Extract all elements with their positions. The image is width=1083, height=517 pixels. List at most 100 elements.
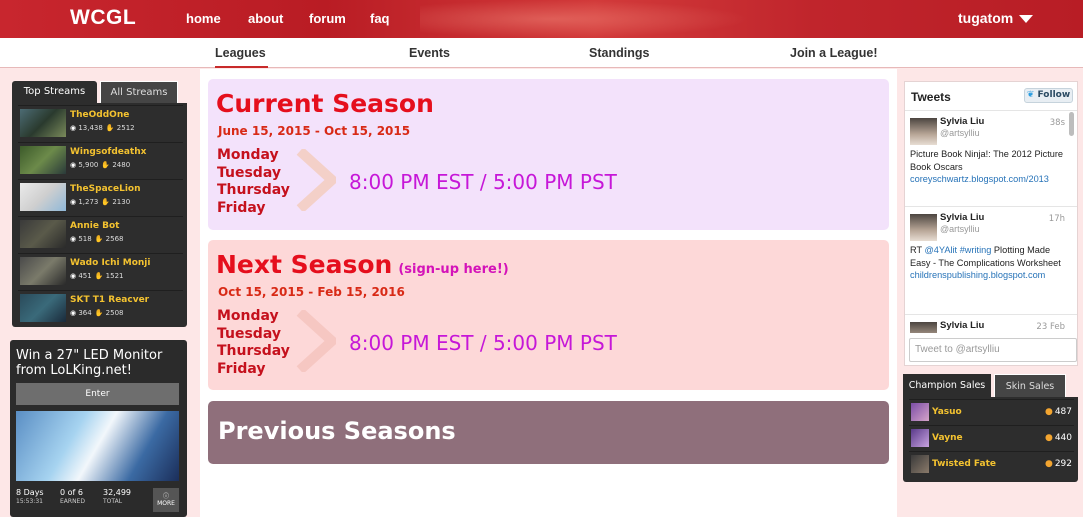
active-tab-indicator xyxy=(215,66,268,68)
riot-points-icon: ● xyxy=(1044,459,1053,469)
tab-events[interactable]: Events xyxy=(409,46,450,60)
tweet-time[interactable]: 23 Feb xyxy=(1036,322,1065,332)
previous-seasons-card[interactable]: Previous Seasons xyxy=(208,401,889,464)
tab-champion-sales[interactable]: Champion Sales xyxy=(903,374,991,397)
user-menu[interactable]: tugatom xyxy=(958,10,1034,26)
tweet-author[interactable]: Sylvia Liu xyxy=(940,320,984,331)
nav-home[interactable]: home xyxy=(186,11,221,26)
tweet-author[interactable]: Sylvia Liu xyxy=(940,116,984,127)
champion-name: Yasuo xyxy=(932,407,962,417)
tweet-author[interactable]: Sylvia Liu xyxy=(940,212,984,223)
current-season-card: Current Season June 15, 2015 - Oct 15, 2… xyxy=(208,79,889,230)
next-season-days: Monday Tuesday Thursday Friday xyxy=(217,308,290,377)
tweets-heading: Tweets xyxy=(911,90,951,104)
avatar xyxy=(910,118,937,145)
current-season-time: 8:00 PM EST / 5:00 PM PST xyxy=(349,170,617,194)
mention-link[interactable]: @4YAlit xyxy=(924,245,957,255)
more-button[interactable]: ⓘ MORE xyxy=(153,488,179,512)
stream-item[interactable]: Wado Ichi Monji ◉ 451 ✋ 1521 xyxy=(18,253,183,287)
stream-item[interactable]: SKT T1 Reacver ◉ 364 ✋ 2508 xyxy=(18,290,183,324)
stream-item[interactable]: TheOddOne ◉ 13,438 ✋ 2512 xyxy=(18,105,183,139)
riot-points-icon: ● xyxy=(1044,407,1053,417)
stream-name: Wingsofdeathx xyxy=(70,147,147,157)
stream-item[interactable]: Annie Bot ◉ 518 ✋ 2568 xyxy=(18,216,183,250)
stream-stats: ◉ 451 ✋ 1521 xyxy=(70,272,124,280)
champion-portrait xyxy=(911,429,929,447)
follow-button[interactable]: ❦ Follow xyxy=(1024,88,1073,103)
entries-earned: 0 of 6 EARNED xyxy=(60,488,85,505)
thumbs-up-icon: ✋ xyxy=(101,161,111,169)
next-season-title: Next Season (sign-up here!) xyxy=(216,250,509,279)
stream-name: SKT T1 Reacver xyxy=(70,295,150,305)
chevron-right-icon xyxy=(296,149,336,211)
sale-item[interactable]: Yasuo ● 487 xyxy=(909,399,1074,425)
tab-all-streams[interactable]: All Streams xyxy=(100,81,178,103)
tweet-time[interactable]: 38s xyxy=(1050,118,1065,128)
twitter-widget: Tweets ❦ Follow Sylvia Liu @artsylliu 38… xyxy=(904,81,1078,366)
thumbs-up-icon: ✋ xyxy=(94,235,104,243)
sale-item[interactable]: Vayne ● 440 xyxy=(909,425,1074,451)
sales-panel: Champion Sales Skin Sales Yasuo ● 487 Vay… xyxy=(903,374,1078,482)
tab-top-streams[interactable]: Top Streams xyxy=(12,81,97,103)
tweet-link[interactable]: coreyschwartz.blogspot.com/2013 xyxy=(910,174,1049,184)
entries-total: 32,499 TOTAL xyxy=(103,488,131,505)
eye-icon: ◉ xyxy=(70,198,77,206)
next-season-dates: Oct 15, 2015 - Feb 15, 2016 xyxy=(218,285,405,299)
eye-icon: ◉ xyxy=(70,309,77,317)
hashtag-link[interactable]: #writing xyxy=(960,245,992,255)
thumbs-up-icon: ✋ xyxy=(101,198,111,206)
header-art xyxy=(420,0,750,38)
stream-thumbnail xyxy=(20,146,66,174)
twitter-bird-icon: ❦ xyxy=(1026,90,1035,100)
signup-link[interactable]: (sign-up here!) xyxy=(398,262,508,277)
thumbs-up-icon: ✋ xyxy=(94,309,104,317)
tweet-time[interactable]: 17h xyxy=(1049,214,1065,224)
top-navbar: WCGL home about forum faq tugatom xyxy=(0,0,1083,38)
tweet-input[interactable]: Tweet to @artsylliu xyxy=(909,338,1077,362)
tweet-handle[interactable]: @artsylliu xyxy=(940,224,980,234)
stream-name: TheOddOne xyxy=(70,110,130,120)
riot-points-icon: ● xyxy=(1044,433,1053,443)
champion-name: Vayne xyxy=(932,433,963,443)
stream-item[interactable]: Wingsofdeathx ◉ 5,900 ✋ 2480 xyxy=(18,142,183,176)
tweet-scrollbar[interactable] xyxy=(1069,112,1074,136)
sale-price: ● 487 xyxy=(1044,407,1072,417)
stream-thumbnail xyxy=(20,220,66,248)
next-season-card: Next Season (sign-up here!) Oct 15, 2015 … xyxy=(208,240,889,390)
tweet: Sylvia Liu @artsylliu 17h RT @4YAlit #wr… xyxy=(905,207,1077,315)
time-remaining: 8 Days 15:53:31 xyxy=(16,488,44,505)
champion-portrait xyxy=(911,403,929,421)
tweet-list[interactable]: Sylvia Liu @artsylliu 38s Picture Book N… xyxy=(905,110,1077,333)
champion-name: Twisted Fate xyxy=(932,459,996,469)
nav-forum[interactable]: forum xyxy=(309,11,346,26)
avatar xyxy=(910,322,937,333)
giveaway-widget: Win a 27" LED Monitor from LoLKing.net! … xyxy=(10,340,187,517)
tweet-handle[interactable]: @artsylliu xyxy=(940,128,980,138)
info-icon: ⓘ xyxy=(162,493,169,500)
previous-seasons-title: Previous Seasons xyxy=(218,417,456,445)
thumbs-up-icon: ✋ xyxy=(94,272,104,280)
sale-item[interactable]: Twisted Fate ● 292 xyxy=(909,451,1074,477)
stream-stats: ◉ 364 ✋ 2508 xyxy=(70,309,124,317)
tweet-link[interactable]: childrenspublishing.blogspot.com xyxy=(910,270,1045,280)
avatar xyxy=(910,214,937,241)
tab-standings[interactable]: Standings xyxy=(589,46,649,60)
enter-button[interactable]: Enter xyxy=(16,383,179,405)
stream-item[interactable]: TheSpaceLion ◉ 1,273 ✋ 2130 xyxy=(18,179,183,213)
chevron-down-icon xyxy=(1019,15,1034,24)
sale-price: ● 292 xyxy=(1044,459,1072,469)
nav-about[interactable]: about xyxy=(248,11,283,26)
tab-join-league[interactable]: Join a League! xyxy=(790,46,878,60)
stream-stats: ◉ 518 ✋ 2568 xyxy=(70,235,124,243)
nav-faq[interactable]: faq xyxy=(370,11,390,26)
eye-icon: ◉ xyxy=(70,161,77,169)
stream-stats: ◉ 13,438 ✋ 2512 xyxy=(70,124,135,132)
tab-leagues[interactable]: Leagues xyxy=(215,46,266,60)
tweet: Sylvia Liu 23 Feb xyxy=(905,315,1077,333)
tab-skin-sales[interactable]: Skin Sales xyxy=(994,374,1066,397)
site-logo[interactable]: WCGL xyxy=(70,6,136,30)
sale-price: ● 440 xyxy=(1044,433,1072,443)
next-season-time: 8:00 PM EST / 5:00 PM PST xyxy=(349,331,617,355)
username: tugatom xyxy=(958,10,1014,26)
stream-thumbnail xyxy=(20,257,66,285)
